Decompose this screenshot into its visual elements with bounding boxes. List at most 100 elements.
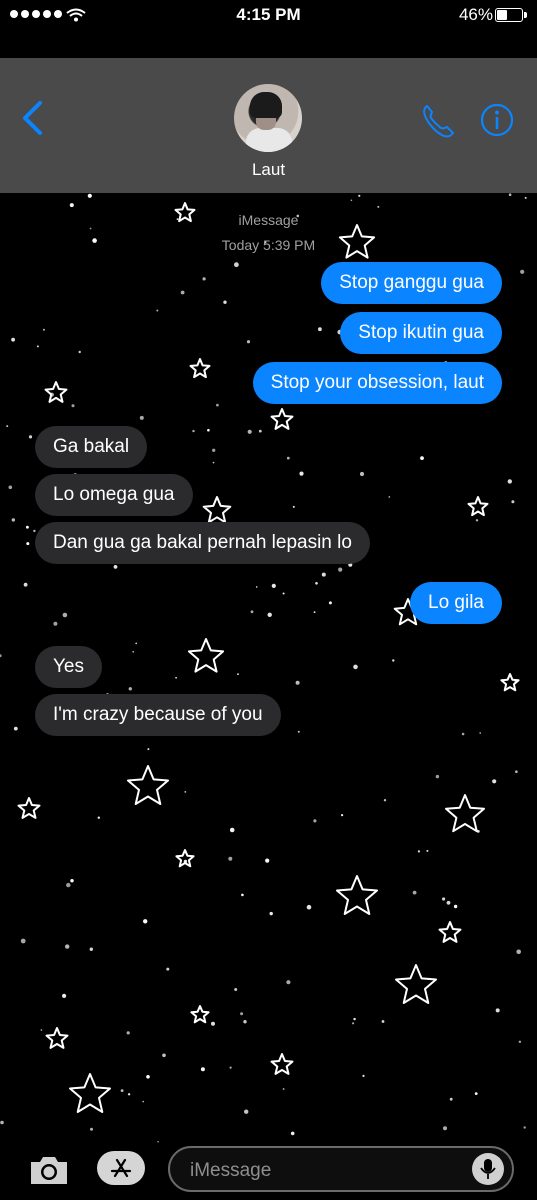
- message-bubble-incoming[interactable]: Dan gua ga bakal pernah lepasin lo: [35, 522, 370, 564]
- star-dot: [474, 1092, 478, 1095]
- message-bubble-incoming[interactable]: I'm crazy because of you: [35, 694, 281, 736]
- star-dot: [269, 911, 273, 916]
- star-dot: [417, 850, 420, 853]
- star-dot: [442, 897, 446, 901]
- chevron-left-icon[interactable]: [20, 100, 44, 136]
- star-dot: [381, 1020, 385, 1023]
- star-dot: [341, 814, 344, 817]
- star-dot: [211, 1021, 215, 1026]
- contact-name[interactable]: Laut: [0, 160, 537, 180]
- composer-bar: iMessage: [0, 1143, 537, 1200]
- star-dot: [435, 774, 440, 779]
- star-dot: [184, 791, 187, 793]
- star-dot: [453, 904, 458, 909]
- message-bubble-outgoing[interactable]: Lo gila: [410, 582, 502, 624]
- message-bubble-outgoing[interactable]: Stop ganggu gua: [321, 262, 502, 304]
- star-dot: [87, 193, 92, 198]
- star-dot: [156, 309, 159, 312]
- star-dot: [479, 732, 482, 734]
- message-bubble-outgoing[interactable]: Stop ikutin gua: [340, 312, 502, 354]
- star-dot: [90, 1127, 93, 1131]
- phone-icon[interactable]: [420, 103, 456, 139]
- star-dot: [520, 269, 525, 274]
- message-input[interactable]: iMessage: [168, 1146, 514, 1192]
- battery-percent: 46%: [458, 5, 493, 24]
- message-bubble-outgoing[interactable]: Stop your obsession, laut: [252, 362, 502, 404]
- star-dot: [350, 199, 353, 202]
- avatar[interactable]: [234, 84, 302, 152]
- star-dot: [36, 345, 39, 348]
- star-dot: [461, 732, 465, 736]
- star-dot: [89, 947, 94, 951]
- star-dot: [192, 429, 195, 433]
- star-decoration: [175, 849, 195, 868]
- star-dot: [295, 680, 300, 685]
- camera-icon[interactable]: [28, 1153, 70, 1187]
- star-dot: [388, 496, 391, 498]
- star-dot: [306, 904, 312, 910]
- star-dot: [476, 830, 480, 833]
- star-dot: [318, 327, 322, 332]
- star-dot: [212, 448, 216, 452]
- star-dot: [377, 205, 380, 208]
- star-dot: [132, 650, 135, 653]
- star-dot: [229, 827, 235, 833]
- star-dot: [234, 988, 238, 991]
- microphone-button[interactable]: [472, 1153, 504, 1185]
- star-dot: [28, 435, 33, 439]
- star-dot: [313, 611, 316, 613]
- star-dot: [265, 858, 270, 863]
- star-dot: [258, 429, 262, 433]
- star-dot: [247, 429, 252, 434]
- message-bubble-incoming[interactable]: Yes: [35, 646, 102, 688]
- star-decoration: [45, 1027, 69, 1049]
- star-dot: [492, 779, 497, 784]
- message-bubble-incoming[interactable]: Ga bakal: [35, 426, 148, 468]
- star-dot: [207, 428, 210, 432]
- star-dot: [11, 518, 15, 522]
- star-dot: [243, 1020, 247, 1024]
- star-dot: [62, 612, 68, 618]
- star-dot: [516, 949, 521, 955]
- star-dot: [358, 194, 361, 197]
- star-dot: [338, 567, 343, 572]
- star-dot: [33, 529, 36, 533]
- info-icon[interactable]: [480, 103, 514, 137]
- service-label: iMessage: [238, 212, 299, 228]
- star-dot: [292, 505, 295, 508]
- star-dot: [244, 1109, 249, 1114]
- star-dot: [383, 799, 387, 802]
- star-dot: [127, 1093, 131, 1096]
- star-decoration: [270, 408, 294, 430]
- star-dot: [6, 425, 9, 428]
- star-decoration: [467, 496, 489, 517]
- star-dot: [229, 1066, 232, 1069]
- star-dot: [353, 664, 358, 670]
- star-dot: [290, 1131, 295, 1136]
- star-dot: [78, 350, 81, 354]
- star-dot: [166, 967, 170, 971]
- star-decoration: [189, 358, 211, 379]
- star-dot: [250, 610, 254, 614]
- star-decoration: [336, 875, 378, 915]
- star-decoration: [270, 1053, 294, 1075]
- star-dot: [518, 1040, 522, 1043]
- star-dot: [297, 730, 300, 733]
- app-store-button[interactable]: [97, 1151, 145, 1185]
- star-decoration: [17, 797, 41, 819]
- star-dot: [446, 900, 451, 905]
- star-decoration: [190, 1005, 210, 1024]
- star-dot: [267, 612, 272, 617]
- star-dot: [246, 340, 251, 344]
- star-dot: [412, 890, 417, 895]
- message-input-placeholder: iMessage: [190, 1160, 272, 1181]
- message-thread[interactable]: iMessage Today 5:39 PM Stop ganggu gua S…: [0, 193, 537, 1143]
- star-dot: [20, 938, 26, 944]
- star-dot: [128, 687, 132, 691]
- star-dot: [120, 1089, 124, 1092]
- star-dot: [271, 583, 276, 588]
- star-dot: [313, 819, 317, 823]
- battery-icon: [495, 8, 527, 22]
- message-bubble-incoming[interactable]: Lo omega gua: [35, 474, 193, 516]
- star-dot: [69, 203, 74, 208]
